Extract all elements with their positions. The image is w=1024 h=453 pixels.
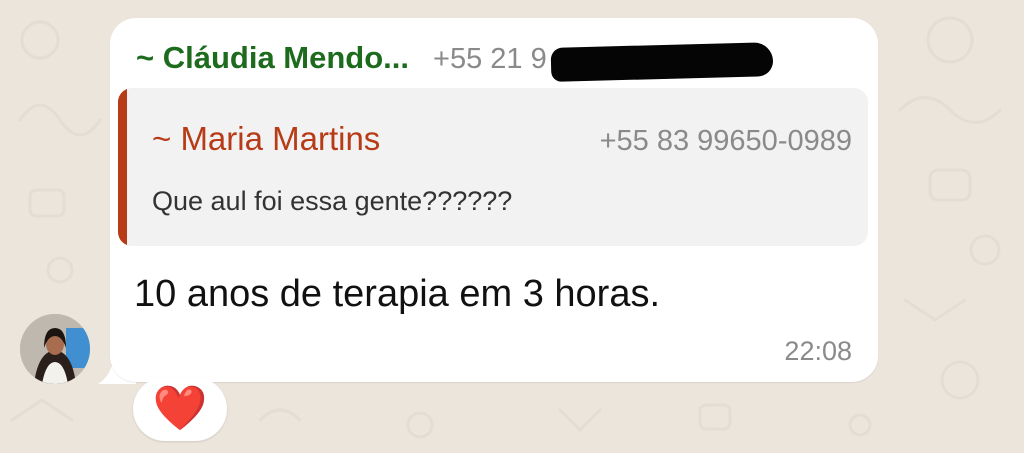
quoted-text: Que aul foi essa gente?????? bbox=[152, 186, 513, 216]
heart-icon: ❤️ bbox=[152, 383, 208, 434]
quoted-message[interactable]: ~ Maria Martins +55 83 99650-0989 Que au… bbox=[118, 88, 868, 246]
avatar[interactable] bbox=[20, 314, 90, 384]
quoted-sender-name: ~ Maria Martins bbox=[152, 120, 381, 157]
message-time: 22:08 bbox=[784, 336, 852, 366]
quote-accent-bar bbox=[118, 88, 127, 246]
message-text: 10 anos de terapia em 3 horas. bbox=[134, 273, 661, 315]
sender-header: ~ Cláudia Mendo... +55 21 9 bbox=[136, 40, 852, 82]
redaction-mark bbox=[550, 42, 774, 82]
avatar-picture bbox=[20, 314, 90, 384]
quoted-header: ~ Maria Martins +55 83 99650-0989 bbox=[152, 120, 852, 158]
quoted-sender-phone: +55 83 99650-0989 bbox=[599, 125, 852, 157]
reaction-pill[interactable]: ❤️ bbox=[133, 377, 227, 441]
message-bubble[interactable]: ~ Cláudia Mendo... +55 21 9 ~ Maria Mart… bbox=[110, 18, 878, 382]
sender-phone-text: +55 21 9 bbox=[433, 43, 547, 75]
sender-name[interactable]: ~ Cláudia Mendo... bbox=[136, 40, 409, 76]
sender-phone: +55 21 9 bbox=[433, 42, 774, 82]
